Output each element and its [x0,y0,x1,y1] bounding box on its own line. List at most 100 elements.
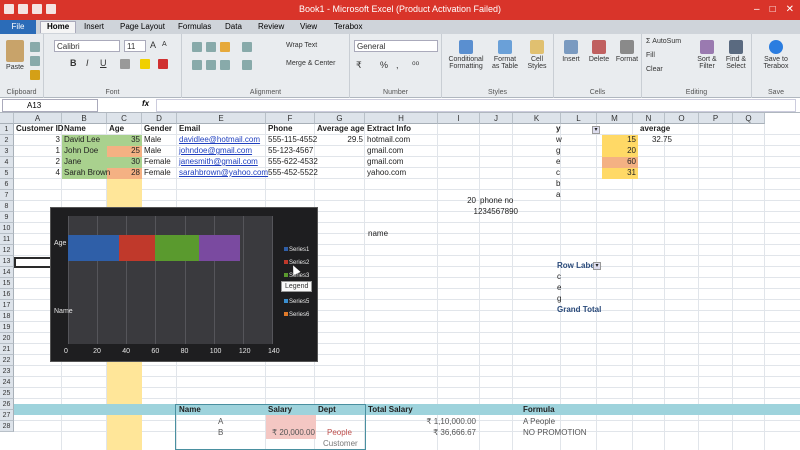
row-header-15[interactable]: 15 [0,278,14,289]
cell-h5[interactable]: yahoo.com [366,168,406,179]
cell-i7[interactable]: phone no [479,196,513,207]
format-cells-button[interactable]: Format [614,40,640,63]
cell-g2[interactable]: 29.5 [315,135,365,146]
row-header-13[interactable]: 13 [0,256,14,267]
fill-color-icon[interactable] [140,59,150,69]
row-header-9[interactable]: 9 [0,212,14,223]
legend-item-series3[interactable]: Series3 [284,273,309,279]
cell-a5[interactable]: 4 [14,168,62,179]
align-center-icon[interactable] [206,60,216,70]
pivot-item-g[interactable]: g [556,294,561,305]
row-header-14[interactable]: 14 [0,267,14,278]
cell-l4[interactable]: 60 [602,157,638,168]
lower-total-28[interactable]: ₹ 36,666.67 [396,428,478,439]
align-middle-icon[interactable] [206,42,216,52]
column-header-e[interactable]: E [177,113,266,124]
cell-b5[interactable]: Sarah Brown [63,168,110,179]
tab-page-layout[interactable]: Page Layout [120,22,165,31]
indent-icon[interactable] [242,60,252,70]
tab-file[interactable]: File [0,20,36,34]
cell-i8[interactable]: 1234567890 [470,207,520,218]
row-header-8[interactable]: 8 [0,201,14,212]
column-header-i[interactable]: I [438,113,480,124]
row-header-7[interactable]: 7 [0,190,14,201]
cell-k3[interactable]: g [555,146,560,157]
tab-insert[interactable]: Insert [84,22,104,31]
bar-age-series4[interactable] [199,234,240,262]
percent-button[interactable]: % [380,60,388,70]
cell-k2[interactable]: w [555,135,562,146]
header-extract-info[interactable]: Extract Info [366,124,411,135]
paste-button[interactable]: Paste [4,40,26,71]
cell-c4[interactable]: 30 [107,157,142,168]
cell-e2[interactable]: davidlee@hotmail.com [178,135,260,146]
font-size-combo[interactable]: 11 [124,40,146,52]
row-header-6[interactable]: 6 [0,179,14,190]
cell-d4[interactable]: Female [143,157,171,168]
column-header-k[interactable]: K [513,113,561,124]
cell-f4[interactable]: 555-622-4532 [267,157,318,168]
tab-home[interactable]: Home [40,21,77,33]
row-header-21[interactable]: 21 [0,344,14,355]
insert-function-button[interactable]: fx [142,99,149,108]
lower-a27[interactable]: A [217,417,223,428]
row-header-23[interactable]: 23 [0,366,14,377]
row-header-26[interactable]: 26 [0,399,14,410]
cell-l3[interactable]: 20 [602,146,638,157]
cell-e3[interactable]: johndoe@gmail.com [178,146,252,157]
cell-f3[interactable]: 55-123-4567 [267,146,313,157]
row-header-19[interactable]: 19 [0,322,14,333]
cell-k1[interactable]: y [555,124,560,135]
insert-cells-button[interactable]: Insert [558,40,584,63]
autosum-button[interactable]: Σ AutoSum [646,38,681,45]
column-header-j[interactable]: J [480,113,513,124]
bold-button[interactable]: B [70,58,77,68]
column-header-p[interactable]: P [699,113,733,124]
cell-h7[interactable]: 20 [440,196,478,207]
column-header-c[interactable]: C [107,113,142,124]
align-right-icon[interactable] [220,60,230,70]
row-header-12[interactable]: 12 [0,245,14,256]
bar-age-series3[interactable] [155,234,200,262]
name-box[interactable]: A13 [2,99,98,112]
filter-dropdown-icon[interactable]: ▾ [592,126,600,134]
legend-item-series5[interactable]: Series5 [284,299,309,305]
align-bottom-icon[interactable] [220,42,230,52]
bar-chart[interactable]: Age Name 0 20 40 60 80 100 120 140 Series1 Serie… [50,207,318,362]
grow-font-button[interactable]: A [150,40,156,50]
row-header-4[interactable]: 4 [0,157,14,168]
row-header-20[interactable]: 20 [0,333,14,344]
number-format-combo[interactable]: General [354,40,438,52]
worksheet-grid[interactable]: A B C D E F G H I J K L M N O P Q 1 2 3 4 5 6 7 8 9 10 11 12 13 14 15 16… [0,113,800,450]
row-header-17[interactable]: 17 [0,300,14,311]
maximize-button[interactable]: □ [770,4,776,15]
accounting-button[interactable]: ₹ [356,60,362,71]
format-as-table-button[interactable]: Format as Table [490,40,520,70]
lower-b28[interactable]: B [217,428,223,439]
pivot-item-c[interactable]: c [556,272,561,283]
italic-button[interactable]: I [86,58,89,68]
fill-button[interactable]: Fill [646,52,655,59]
header-gender[interactable]: Gender [143,124,172,135]
lower-dept-28[interactable]: People [326,428,352,439]
column-header-q[interactable]: Q [733,113,765,124]
comma-button[interactable]: , [396,60,399,70]
tab-review[interactable]: Review [258,22,284,31]
format-painter-icon[interactable] [30,70,40,80]
cell-e4[interactable]: janesmith@gmail.com [178,157,258,168]
cell-b4[interactable]: Jane [63,157,81,168]
formula-input[interactable] [156,99,796,112]
bar-age-series2[interactable] [119,234,156,262]
cell-a2[interactable]: 3 [14,135,62,146]
row-header-16[interactable]: 16 [0,289,14,300]
column-header-o[interactable]: O [665,113,699,124]
row-header-25[interactable]: 25 [0,388,14,399]
copy-icon[interactable] [30,56,40,66]
decimal-button[interactable]: ⁰⁰ [412,60,419,71]
header-average-age[interactable]: Average age [316,124,364,135]
cell-k7[interactable]: a [555,190,560,201]
header-age[interactable]: Age [108,124,124,135]
align-left-icon[interactable] [192,60,202,70]
conditional-formatting-button[interactable]: Conditional Formatting [446,40,486,70]
orientation-icon[interactable] [242,42,252,52]
